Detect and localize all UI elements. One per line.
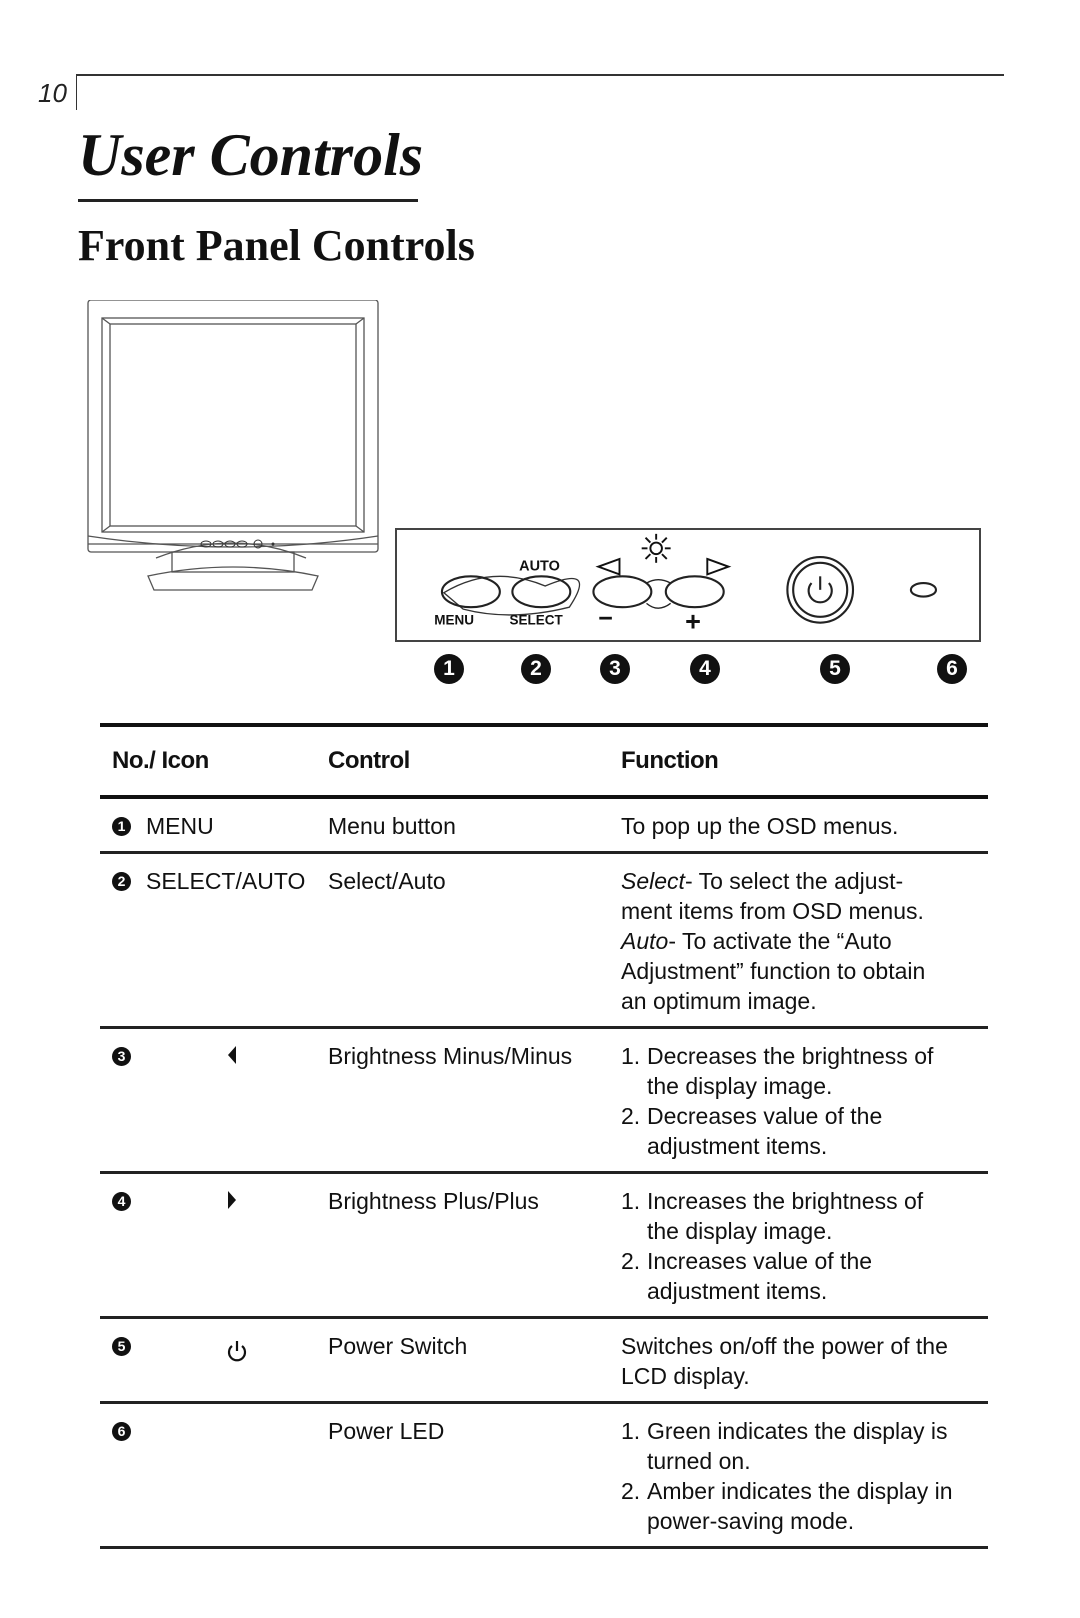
select-label: SELECT (509, 613, 563, 628)
right-triangle-icon (226, 1188, 238, 1218)
row-number-badge: 4 (112, 1192, 131, 1211)
callout-row: 1 2 3 4 5 6 (0, 654, 1080, 690)
power-led (909, 582, 938, 598)
function-text: - To select the adjust- (684, 868, 904, 894)
function-text: Decreases value of the (647, 1103, 883, 1129)
row-number-badge: 1 (112, 817, 131, 836)
table-header: No./ Icon Control Function (100, 727, 988, 795)
list-number: 1. (621, 1188, 641, 1214)
function-text: Decreases the brightness of (647, 1043, 934, 1069)
brightness-icon (641, 533, 671, 563)
row-control: Menu button (328, 813, 456, 839)
row-function: 1. Decreases the brightness of the display… (621, 1041, 988, 1161)
power-button[interactable] (786, 555, 855, 624)
page-title: User Controls (78, 122, 424, 188)
function-text: the display image. (647, 1073, 833, 1099)
auto-label: AUTO (519, 559, 560, 575)
table-row: 6 Power LED 1. Green indicates the displa… (100, 1404, 988, 1546)
header-rule-horizontal (76, 74, 1004, 76)
controls-table: No./ Icon Control Function 1 MENU Menu b… (100, 723, 988, 1549)
function-term-auto: Auto (621, 928, 669, 954)
callout-2: 2 (521, 654, 551, 684)
list-number: 2. (621, 1478, 641, 1504)
row-number-badge: 2 (112, 872, 131, 891)
callout-5: 5 (820, 654, 850, 684)
row-function: 1. Increases the brightness of the display… (621, 1186, 988, 1306)
callout-6: 6 (937, 654, 967, 684)
row-function: Switches on/off the power of the LCD dis… (621, 1331, 988, 1391)
table-row: 1 MENU Menu button To pop up the OSD men… (100, 799, 988, 851)
row-control: Brightness Minus/Minus (328, 1043, 573, 1069)
select-button[interactable] (511, 575, 572, 609)
function-term-select: Select (621, 868, 685, 894)
header-function: Function (621, 747, 719, 774)
callout-1: 1 (434, 654, 464, 684)
table-row: 2 SELECT/AUTO Select/Auto Select- To sel… (100, 854, 988, 1026)
function-text: an optimum image. (621, 988, 817, 1014)
header-rule-vertical (76, 74, 77, 110)
function-text: Green indicates the display is (647, 1418, 948, 1444)
function-text: the display image. (647, 1218, 833, 1244)
table-row: 4 Brightness Plus/Plus 1. Increases the b… (100, 1174, 988, 1316)
function-text: turned on. (647, 1448, 751, 1474)
function-text: adjustment items. (647, 1133, 828, 1159)
header-control: Control (328, 747, 410, 774)
header-no-icon: No./ Icon (112, 747, 209, 774)
row-control: Power Switch (328, 1333, 468, 1359)
row-number-badge: 5 (112, 1337, 131, 1356)
plus-button[interactable] (664, 575, 725, 609)
row-icon-label: MENU (146, 813, 214, 839)
function-text: Increases the brightness of (647, 1188, 924, 1214)
table-bottom-rule (100, 1546, 988, 1549)
function-text: - To activate the “Auto (668, 928, 892, 954)
right-triangle-icon (706, 557, 732, 576)
plus-label: + (685, 606, 701, 636)
row-number-badge: 6 (112, 1422, 131, 1441)
power-icon (226, 1339, 248, 1370)
row-icon-label: SELECT/AUTO (146, 868, 306, 894)
function-text: power-saving mode. (647, 1508, 855, 1534)
function-text: Amber indicates the display in (647, 1478, 953, 1504)
table-row: 3 Brightness Minus/Minus 1. Decreases the… (100, 1029, 988, 1171)
row-function: 1. Green indicates the display is turned o… (621, 1416, 988, 1536)
row-control: Brightness Plus/Plus (328, 1188, 539, 1214)
list-number: 1. (621, 1418, 641, 1444)
function-text: Adjustment” function to obtain (621, 958, 926, 984)
function-text: Switches on/off the power of the (621, 1333, 948, 1359)
minus-label: − (598, 604, 613, 632)
title-underline (78, 199, 418, 202)
page-number: 10 (38, 78, 67, 108)
left-triangle-icon (226, 1043, 238, 1073)
minus-button[interactable] (592, 575, 653, 609)
list-number: 2. (621, 1248, 641, 1274)
row-function: Select- To select the adjust- ment items… (621, 866, 988, 1016)
callout-3: 3 (600, 654, 630, 684)
function-text: adjustment items. (647, 1278, 828, 1304)
function-text: Increases value of the (647, 1248, 873, 1274)
list-number: 1. (621, 1043, 641, 1069)
callout-4: 4 (690, 654, 720, 684)
front-panel-diagram: AUTO MENU SELECT − + (395, 528, 981, 642)
function-text: LCD display. (621, 1363, 750, 1389)
function-text: ment items from OSD menus. (621, 898, 924, 924)
row-control: Select/Auto (328, 868, 446, 894)
row-number-badge: 3 (112, 1047, 131, 1066)
monitor-illustration (87, 300, 379, 591)
left-triangle-icon (595, 557, 621, 576)
table-row: 5 Power Switch Switches on/off the power… (100, 1319, 988, 1401)
list-number: 2. (621, 1103, 641, 1129)
section-title: Front Panel Controls (78, 221, 475, 270)
row-control: Power LED (328, 1418, 445, 1444)
row-function: To pop up the OSD menus. (621, 813, 899, 839)
menu-label: MENU (434, 613, 474, 628)
